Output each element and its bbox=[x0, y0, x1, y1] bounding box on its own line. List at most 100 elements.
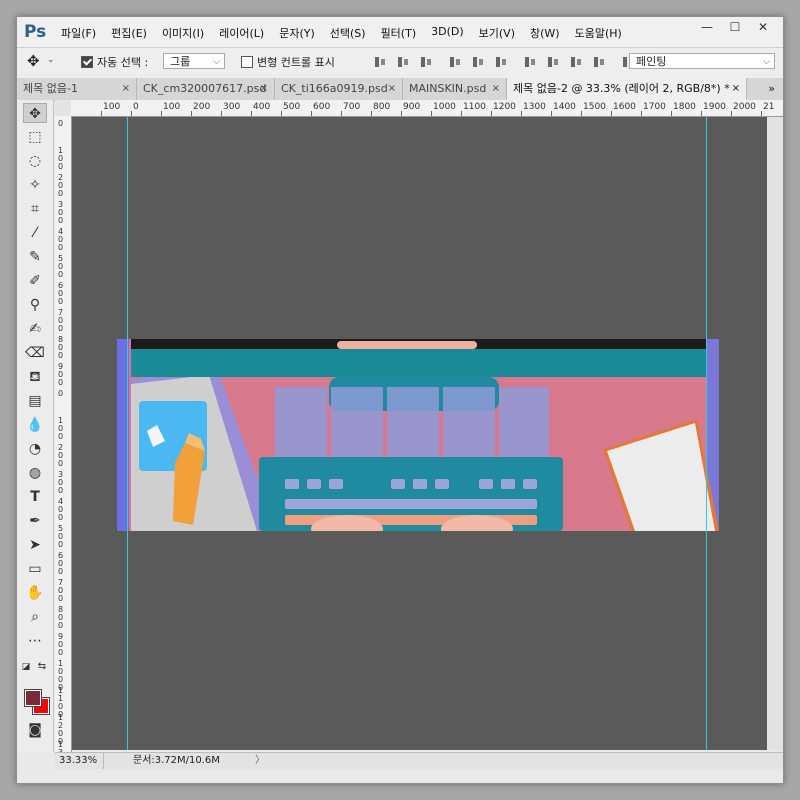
zoom-level[interactable]: 33.33% bbox=[59, 753, 104, 769]
maximize-button[interactable]: ☐ bbox=[721, 17, 749, 37]
ruler-tick-label: 1300 bbox=[523, 102, 546, 112]
quick-mask-icon[interactable]: ◙ bbox=[23, 720, 47, 740]
horizontal-ruler[interactable]: 100 0 100 200 300 400 500 600 700 800 900 1000 1100 1… bbox=[71, 100, 783, 117]
ruler-tick bbox=[491, 111, 492, 116]
menu-image[interactable]: 이미지(I) bbox=[162, 25, 204, 41]
vertical-scrollbar[interactable] bbox=[767, 117, 783, 750]
document-size: 문서:3.72M/10.6M bbox=[133, 755, 220, 766]
ruler-tick bbox=[401, 111, 402, 116]
transform-controls-checkbox[interactable]: 변형 컨트롤 표시 bbox=[241, 54, 335, 70]
marquee-tool-icon[interactable]: ⬚ bbox=[23, 127, 47, 147]
type-tool-icon[interactable]: T bbox=[23, 487, 47, 507]
document-tabs: 제목 없음-1 × CK_cm320007617.psd × CK_ti166a09… bbox=[17, 78, 783, 101]
minimize-button[interactable]: — bbox=[693, 17, 721, 37]
ruler-tick bbox=[761, 111, 762, 116]
tab-mainskin[interactable]: MAINSKIN.psd × bbox=[403, 78, 507, 100]
menu-select[interactable]: 선택(S) bbox=[330, 25, 366, 41]
menu-window[interactable]: 창(W) bbox=[530, 25, 560, 41]
vertical-guide-left[interactable] bbox=[127, 117, 128, 750]
magic-wand-tool-icon[interactable]: ✧ bbox=[23, 175, 47, 195]
ruler-corner[interactable] bbox=[55, 100, 72, 117]
close-tab-icon[interactable]: × bbox=[492, 78, 500, 100]
menu-help[interactable]: 도움말(H) bbox=[575, 25, 622, 41]
move-tool-icon[interactable]: ✥ bbox=[23, 103, 47, 123]
align-right-icon[interactable] bbox=[494, 55, 508, 69]
zoom-tool-icon[interactable]: ⌕ bbox=[23, 607, 47, 627]
ruler-tick bbox=[341, 111, 342, 116]
distribute-vcenter-icon[interactable] bbox=[546, 55, 560, 69]
auto-select-dropdown[interactable]: 그룹 ⌵ bbox=[163, 53, 225, 69]
gradient-tool-icon[interactable]: ▤ bbox=[23, 391, 47, 411]
brush-tool-icon[interactable]: ✐ bbox=[23, 271, 47, 291]
pen-tool-icon[interactable]: ✒ bbox=[23, 511, 47, 531]
swap-colors-icon[interactable]: ⇆ bbox=[35, 657, 49, 677]
vertical-ruler[interactable]: 0 100 200 300 400 500 600 700 800 900 0 100 200 300 40… bbox=[55, 116, 72, 752]
paint-bucket-tool-icon[interactable]: ⛾ bbox=[23, 367, 47, 387]
shape-tool-icon[interactable]: ▭ bbox=[23, 559, 47, 579]
tab-untitled-2[interactable]: 제목 없음-2 @ 33.3% (레이어 2, RGB/8*) * × bbox=[507, 78, 747, 100]
clone-stamp-tool-icon[interactable]: ⚲ bbox=[23, 295, 47, 315]
status-menu-icon[interactable]: 〉 bbox=[255, 753, 265, 769]
align-hcenter-icon[interactable] bbox=[471, 55, 485, 69]
ruler-tick-label: 900 bbox=[403, 102, 421, 112]
eraser-tool-icon[interactable]: ⌫ bbox=[23, 343, 47, 363]
close-button[interactable]: ✕ bbox=[749, 17, 777, 37]
healing-brush-tool-icon[interactable]: ✎ bbox=[23, 247, 47, 267]
document-canvas[interactable] bbox=[117, 339, 719, 531]
eyedropper-tool-icon[interactable]: ⁄ bbox=[23, 223, 47, 243]
align-top-icon[interactable] bbox=[373, 55, 387, 69]
menu-filter[interactable]: 필터(T) bbox=[381, 25, 417, 41]
auto-select-checkbox[interactable]: 자동 선택 : bbox=[81, 54, 148, 70]
tool-preset-chevron-icon[interactable]: ⌄ bbox=[47, 55, 55, 65]
default-colors-icon[interactable]: ◪ bbox=[19, 657, 33, 677]
menu-edit[interactable]: 편집(E) bbox=[111, 25, 147, 41]
tab-untitled-1[interactable]: 제목 없음-1 × bbox=[17, 78, 137, 100]
distribute-left-icon[interactable] bbox=[592, 55, 606, 69]
ruler-tick-label: 1500 bbox=[583, 102, 606, 112]
crop-tool-icon[interactable]: ⌗ bbox=[23, 199, 47, 219]
auto-select-value: 그룹 bbox=[170, 55, 191, 68]
ruler-tick bbox=[311, 111, 312, 116]
close-tab-icon[interactable]: × bbox=[732, 78, 740, 100]
ruler-tick bbox=[191, 111, 192, 116]
history-brush-tool-icon[interactable]: ✍ bbox=[23, 319, 47, 339]
blur-tool-icon[interactable]: 💧 bbox=[23, 415, 47, 435]
dodge-tool-icon[interactable]: ◔ bbox=[23, 439, 47, 459]
menu-3d[interactable]: 3D(D) bbox=[431, 25, 464, 41]
tab-label: CK_ti166a0919.psd bbox=[281, 82, 388, 95]
close-tab-icon[interactable]: × bbox=[388, 78, 396, 100]
lasso-tool-icon[interactable]: ◌ bbox=[23, 151, 47, 171]
ruler-tick-label: 100 bbox=[58, 146, 64, 171]
tab-ck-ti[interactable]: CK_ti166a0919.psd × bbox=[275, 78, 403, 100]
distribute-top-icon[interactable] bbox=[523, 55, 537, 69]
ruler-tick-label: 700 bbox=[58, 308, 64, 333]
menu-type[interactable]: 문자(Y) bbox=[279, 25, 315, 41]
more-tools-icon[interactable]: ⋯ bbox=[23, 631, 47, 651]
foreground-color-swatch[interactable] bbox=[24, 689, 42, 707]
path-selection-tool-icon[interactable]: ➤ bbox=[23, 535, 47, 555]
align-bottom-icon[interactable] bbox=[419, 55, 433, 69]
3d-mode-dropdown[interactable]: 페인팅 ⌵ bbox=[629, 53, 775, 69]
close-tab-icon[interactable]: × bbox=[260, 78, 268, 100]
move-tool-icon[interactable]: ✥ bbox=[27, 52, 40, 70]
menu-view[interactable]: 보기(V) bbox=[479, 25, 515, 41]
menu-layer[interactable]: 레이어(L) bbox=[219, 25, 264, 41]
sponge-tool-icon[interactable]: ◍ bbox=[23, 463, 47, 483]
vertical-guide-right[interactable] bbox=[706, 117, 707, 750]
tab-label: CK_cm320007617.psd bbox=[143, 82, 267, 95]
menu-file[interactable]: 파일(F) bbox=[61, 25, 96, 41]
close-tab-icon[interactable]: × bbox=[122, 78, 130, 100]
align-vcenter-icon[interactable] bbox=[396, 55, 410, 69]
ruler-tick-label: 600 bbox=[58, 551, 64, 576]
ruler-tick-label: 0 bbox=[133, 102, 139, 112]
ruler-tick-label: 200 bbox=[58, 443, 64, 468]
photoshop-window: Ps 파일(F) 편집(E) 이미지(I) 레이어(L) 문자(Y) 선택(S)… bbox=[16, 16, 784, 784]
align-left-icon[interactable] bbox=[448, 55, 462, 69]
ruler-tick bbox=[611, 111, 612, 116]
checkbox-unchecked-icon bbox=[241, 56, 253, 68]
tab-overflow-icon[interactable]: » bbox=[768, 78, 775, 100]
ruler-tick bbox=[281, 111, 282, 116]
tab-ck-cm[interactable]: CK_cm320007617.psd × bbox=[137, 78, 275, 100]
hand-tool-icon[interactable]: ✋ bbox=[23, 583, 47, 603]
distribute-bottom-icon[interactable] bbox=[569, 55, 583, 69]
